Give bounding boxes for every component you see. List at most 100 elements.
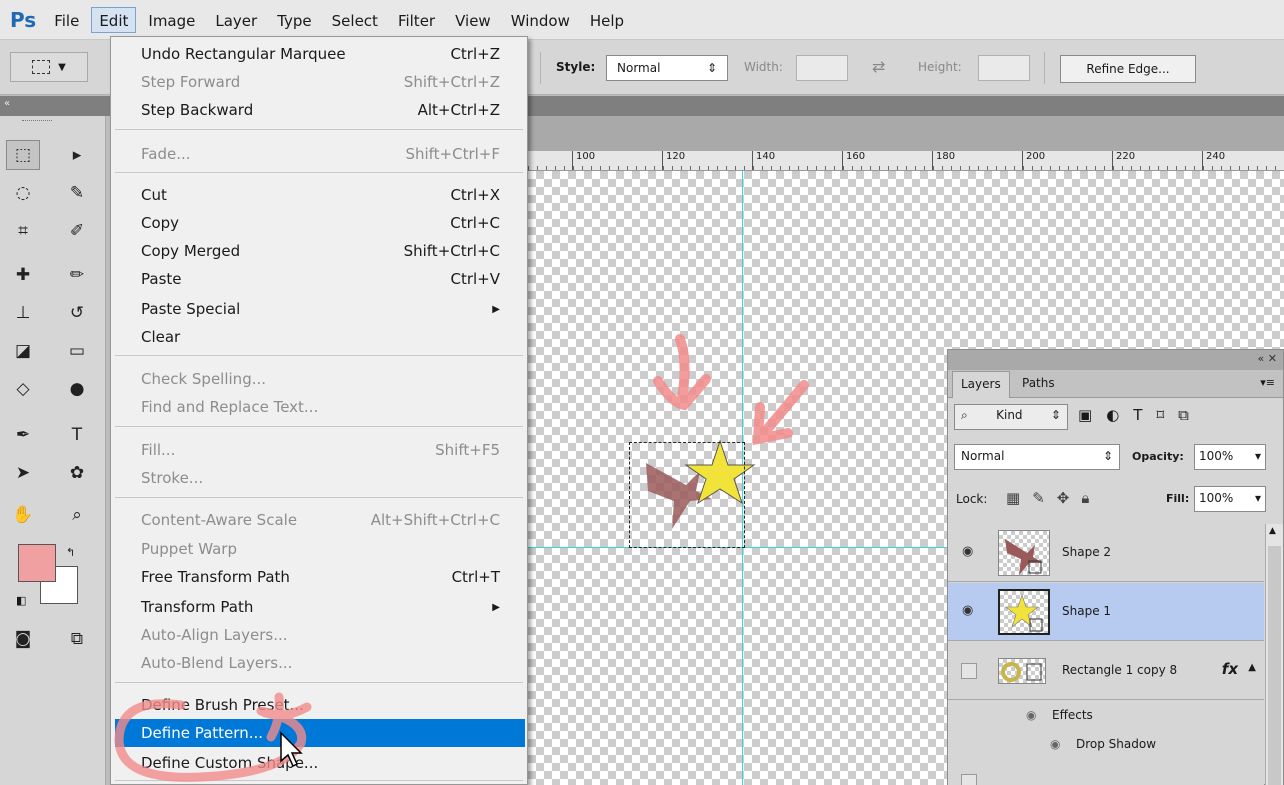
- screen-mode-icon[interactable]: ⧉: [60, 624, 94, 654]
- menu-transform-path[interactable]: Transform Path ▶: [111, 593, 527, 621]
- chevron-down-icon[interactable]: ▾: [1255, 449, 1261, 465]
- menu-file[interactable]: File: [46, 7, 87, 33]
- swap-width-height-icon[interactable]: ⇄: [872, 57, 885, 76]
- menu-clear[interactable]: Clear: [111, 323, 527, 351]
- blend-mode-select[interactable]: Normal ⇕: [954, 444, 1120, 470]
- menu-check-spelling[interactable]: Check Spelling...: [111, 365, 527, 393]
- tool-preset-picker[interactable]: ▼: [10, 52, 88, 82]
- quick-mask-icon[interactable]: ◙: [6, 624, 40, 654]
- shape-filter-icon[interactable]: ⌑: [1156, 406, 1164, 424]
- lock-pixels-icon[interactable]: ✎: [1032, 489, 1045, 507]
- filter-kind-select[interactable]: ⌕ Kind ⇕: [954, 404, 1068, 430]
- layer-row-selected[interactable]: ◉ Shape 1: [948, 583, 1264, 641]
- smart-object-filter-icon[interactable]: ⧉: [1178, 406, 1189, 424]
- type-filter-icon[interactable]: T: [1133, 406, 1142, 424]
- chevron-down-icon[interactable]: ▾: [1255, 491, 1261, 507]
- eye-icon[interactable]: ◉: [962, 603, 973, 618]
- layer-row[interactable]: ◉ Shape 2: [948, 524, 1264, 582]
- healing-brush-tool-icon[interactable]: ✚: [6, 260, 40, 290]
- menu-help[interactable]: Help: [582, 7, 632, 33]
- menu-stroke[interactable]: Stroke...: [111, 464, 527, 492]
- menu-fade[interactable]: Fade... Shift+Ctrl+F: [111, 140, 527, 168]
- menu-copy[interactable]: Copy Ctrl+C: [111, 209, 527, 237]
- move-tool-icon[interactable]: ▸: [60, 140, 94, 170]
- eye-icon[interactable]: ◉: [1026, 708, 1036, 722]
- menu-image[interactable]: Image: [140, 7, 203, 33]
- collapse-icon[interactable]: «: [4, 98, 10, 109]
- quick-selection-tool-icon[interactable]: ✎: [60, 178, 94, 208]
- drop-shadow-row[interactable]: ◉ Drop Shadow: [948, 730, 1264, 759]
- menu-content-aware-scale[interactable]: Content-Aware Scale Alt+Shift+Ctrl+C: [111, 506, 527, 534]
- visibility-toggle-off[interactable]: [961, 774, 977, 785]
- menu-cut[interactable]: Cut Ctrl+X: [111, 181, 527, 209]
- fx-icon[interactable]: fx: [1222, 660, 1238, 678]
- blur-tool-icon[interactable]: ◇: [6, 374, 40, 404]
- type-tool-icon[interactable]: T: [60, 420, 94, 450]
- pen-tool-icon[interactable]: ✒: [6, 420, 40, 450]
- pixel-filter-icon[interactable]: ▣: [1078, 406, 1092, 424]
- menu-edit[interactable]: Edit: [91, 6, 137, 33]
- tab-layers[interactable]: Layers: [952, 371, 1010, 398]
- panel-menu-icon[interactable]: ▾≡: [1260, 376, 1275, 389]
- style-select[interactable]: Normal ⇕: [606, 55, 728, 81]
- eye-icon[interactable]: ◉: [1050, 737, 1060, 751]
- menu-paste[interactable]: Paste Ctrl+V: [111, 265, 527, 293]
- visibility-toggle-off[interactable]: [961, 663, 977, 679]
- menu-type[interactable]: Type: [269, 7, 319, 33]
- menu-find-replace[interactable]: Find and Replace Text...: [111, 393, 527, 421]
- scroll-up-icon[interactable]: ▲: [1269, 526, 1276, 536]
- eye-icon[interactable]: ◉: [962, 544, 973, 559]
- lock-all-icon[interactable]: 🔒︎: [1081, 489, 1089, 507]
- custom-shape-tool-icon[interactable]: ✿: [60, 458, 94, 488]
- menu-auto-blend-layers[interactable]: Auto-Blend Layers...: [111, 649, 527, 677]
- brush-tool-icon[interactable]: ✏: [60, 260, 94, 290]
- foreground-color-swatch-top[interactable]: [18, 544, 56, 582]
- chevron-up-icon[interactable]: ▲: [1248, 662, 1256, 673]
- opacity-input[interactable]: 100% ▾: [1194, 444, 1266, 470]
- rectangular-marquee-tool-icon[interactable]: ⬚: [6, 140, 40, 170]
- menu-filter[interactable]: Filter: [390, 7, 443, 33]
- height-input[interactable]: [978, 55, 1030, 81]
- refine-edge-button[interactable]: Refine Edge...: [1060, 55, 1196, 83]
- scrollbar-thumb[interactable]: [1268, 546, 1281, 785]
- eraser-tool-icon[interactable]: ◪: [6, 336, 40, 366]
- marquee-selection[interactable]: [629, 442, 745, 548]
- menu-step-backward[interactable]: Step Backward Alt+Ctrl+Z: [111, 96, 527, 124]
- lock-position-icon[interactable]: ✥: [1057, 489, 1070, 507]
- effects-row[interactable]: ◉ Effects: [948, 701, 1264, 730]
- tab-paths[interactable]: Paths: [1014, 371, 1063, 398]
- gradient-tool-icon[interactable]: ▭: [60, 336, 94, 366]
- menu-copy-merged[interactable]: Copy Merged Shift+Ctrl+C: [111, 237, 527, 265]
- menu-paste-special[interactable]: Paste Special ▶: [111, 295, 527, 323]
- menu-fill[interactable]: Fill... Shift+F5: [111, 436, 527, 464]
- dodge-tool-icon[interactable]: ●: [60, 374, 94, 404]
- menu-auto-align-layers[interactable]: Auto-Align Layers...: [111, 621, 527, 649]
- menu-window[interactable]: Window: [503, 7, 578, 33]
- default-colors-icon[interactable]: ◧: [16, 594, 26, 607]
- lock-transparent-icon[interactable]: ▦: [1006, 489, 1020, 507]
- fill-input[interactable]: 100% ▾: [1194, 486, 1266, 512]
- layers-scrollbar[interactable]: ▲: [1265, 524, 1283, 785]
- zoom-tool-icon[interactable]: ⌕: [60, 500, 94, 530]
- toolbox-grip[interactable]: [22, 120, 52, 123]
- clone-stamp-tool-icon[interactable]: ⊥: [6, 298, 40, 328]
- width-input[interactable]: [796, 55, 848, 81]
- history-brush-tool-icon[interactable]: ↺: [60, 298, 94, 328]
- lasso-tool-icon[interactable]: ◌: [6, 178, 40, 208]
- layer-row[interactable]: Rectangle 1 copy 8 fx ▲: [948, 642, 1264, 700]
- layer-row-partial[interactable]: [948, 760, 1264, 785]
- menu-select[interactable]: Select: [324, 7, 386, 33]
- menu-step-forward[interactable]: Step Forward Shift+Ctrl+Z: [111, 68, 527, 96]
- swap-colors-icon[interactable]: ↰: [66, 546, 75, 559]
- panel-collapse-close-icon[interactable]: « ✕: [1258, 352, 1277, 365]
- menu-layer[interactable]: Layer: [207, 7, 265, 33]
- crop-tool-icon[interactable]: ⌗: [6, 216, 40, 246]
- eyedropper-tool-icon[interactable]: ✐: [60, 216, 94, 246]
- menu-undo[interactable]: Undo Rectangular Marquee Ctrl+Z: [111, 40, 527, 68]
- path-selection-tool-icon[interactable]: ➤: [6, 458, 40, 488]
- menu-puppet-warp[interactable]: Puppet Warp: [111, 535, 527, 563]
- adjustment-filter-icon[interactable]: ◐: [1106, 406, 1119, 424]
- hand-tool-icon[interactable]: ✋: [6, 500, 40, 530]
- menu-view[interactable]: View: [447, 7, 499, 33]
- menu-free-transform-path[interactable]: Free Transform Path Ctrl+T: [111, 563, 527, 591]
